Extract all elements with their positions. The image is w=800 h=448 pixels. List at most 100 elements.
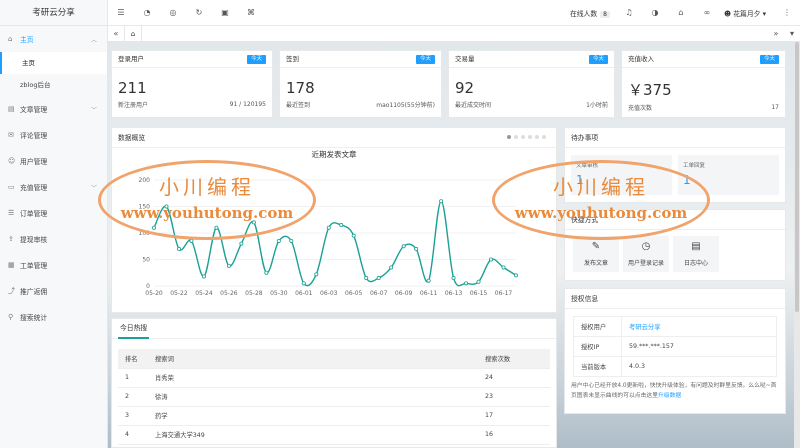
quick-login-records[interactable]: ◷ 用户登录记录 [623, 236, 669, 272]
sidebar-item-0[interactable]: ⌂ 主页 ︿ [0, 26, 107, 52]
term-cell[interactable]: 上海交通大学349 [148, 425, 478, 445]
auth-user-link[interactable]: 考研云分享 [621, 316, 777, 337]
auth-note: 用户中心已经开放4.0更新啦，快快升级体验，有问题及时群里反馈。么么哒~首页图表… [565, 377, 785, 405]
x-tick-label: 06-07 [370, 290, 388, 297]
data-point [314, 272, 319, 277]
speed-icon[interactable]: ◑ [642, 0, 668, 26]
data-point [364, 276, 369, 281]
data-point [501, 265, 506, 270]
hot-tabs: 今日热搜 [112, 319, 556, 339]
user-menu[interactable]: ☻ 花篇月夕 ▾ [724, 8, 766, 18]
home-icon: ⌂ [8, 35, 13, 43]
col-rank: 排名 [118, 349, 148, 369]
watermark-text: 小川编程 [553, 175, 649, 199]
layout-icon[interactable]: ▣ [212, 0, 238, 26]
user-name: 花篇月夕 [733, 9, 761, 18]
search-icon: ⚲ [8, 313, 14, 321]
home-tab-icon[interactable]: ⌂ [124, 25, 142, 42]
sidebar-item-2[interactable]: ✉ 评论管理 [0, 122, 107, 148]
data-point [451, 276, 456, 281]
x-tick-label: 05-26 [220, 290, 238, 297]
stat-title: 充值收入 [628, 55, 654, 63]
rank-cell: 4 [118, 425, 148, 445]
sidebar-item-1[interactable]: ▤ 文章管理 ﹀ [0, 96, 107, 122]
x-tick-label: 05-22 [170, 290, 188, 297]
count-cell: 24 [478, 368, 550, 388]
link-icon[interactable]: ∞ [694, 0, 720, 26]
bell-icon[interactable]: ♫ [616, 0, 642, 26]
data-point [276, 238, 281, 243]
stat-card: 交易量 今天 92 最近成交时间 1小时前 [448, 50, 615, 118]
data-point [414, 246, 419, 251]
x-tick-label: 06-05 [345, 290, 363, 297]
tab-today-hot[interactable]: 今日热搜 [118, 319, 150, 339]
menu-toggle-icon[interactable]: ☰ [108, 0, 134, 26]
sidebar-item-6[interactable]: ⇪ 提现审核 [0, 226, 107, 252]
stat-title: 交易量 [455, 55, 475, 63]
auth-key: 当前版本 [573, 356, 622, 377]
sidebar-item-label: 推广返佣 [20, 288, 48, 296]
online-label: 在线人数 [569, 9, 598, 18]
sidebar-item-8[interactable]: ⤴ 推广返佣 [0, 278, 107, 304]
more-icon[interactable]: ⋮ [774, 0, 800, 26]
order-icon: ☰ [8, 209, 15, 217]
sidebar-item-label: 文章管理 [20, 106, 48, 114]
x-tick-label: 05-30 [270, 290, 288, 297]
sidebar-subitem[interactable]: zblog后台 [0, 74, 107, 96]
x-tick-label: 06-15 [470, 290, 488, 297]
share-icon: ⤴ [8, 287, 15, 295]
ticket-icon: ▦ [8, 261, 15, 269]
puzzle-icon[interactable]: ⌘ [238, 0, 264, 26]
sidebar-item-label: 订单管理 [20, 210, 48, 218]
upgrade-link[interactable]: 升级数据 [658, 393, 681, 399]
dashboard-icon[interactable]: ◔ [134, 0, 160, 26]
rank-cell: 3 [118, 406, 148, 426]
sidebar-item-7[interactable]: ▦ 工单管理 [0, 252, 107, 278]
term-cell[interactable]: 药学 [148, 406, 478, 426]
chevron-icon: ︿ [90, 36, 97, 44]
stat-foot-label: 最近成交时间 [455, 102, 492, 109]
x-tick-label: 05-24 [195, 290, 213, 297]
watermark-url: www.youhutong.com [514, 204, 688, 222]
sidebar-item-3[interactable]: ☺ 用户管理 [0, 148, 107, 174]
watermark-right: 小川编程 www.youhutong.com [492, 160, 710, 240]
tab-bar: « ⌂ » ▾ [108, 25, 800, 42]
data-point [339, 223, 344, 228]
stat-title: 签到 [286, 55, 299, 63]
history-icon: ◷ [641, 241, 651, 252]
refresh-icon[interactable]: ↻ [186, 0, 212, 26]
tabs-menu-icon[interactable]: ▾ [784, 29, 800, 38]
stat-card: 登录用户 今天 211 新注册用户 91 / 120195 [111, 50, 273, 118]
sidebar-item-4[interactable]: ▭ 充值管理 ﹀ [0, 174, 107, 200]
data-point [476, 279, 481, 284]
rank-cell: 1 [118, 368, 148, 388]
stat-card: 签到 今天 178 最近签到 mao1105(55分钟前) [279, 50, 442, 118]
quick-publish-article[interactable]: ✎ 发布文章 [573, 236, 619, 272]
term-cell[interactable]: 徐涛 [148, 387, 478, 407]
count-cell: 17 [478, 406, 550, 426]
tabs-right-icon[interactable]: » [768, 29, 784, 38]
nav-list: ⌂ 主页 ︿ 主页 zblog后台 ▤ 文章管理 ﹀ ✉ 评论管理 ☺ 用户管理 ▭ 充值管理 ﹀ ☰ 订单管理… [0, 26, 107, 330]
sidebar-item-5[interactable]: ☰ 订单管理 [0, 200, 107, 226]
sidebar-item-9[interactable]: ⚲ 搜索统计 [0, 304, 107, 330]
tag-icon[interactable]: ⌂ [668, 0, 694, 26]
tabs-left-icon[interactable]: « [108, 29, 124, 38]
x-tick-label: 06-13 [445, 290, 463, 297]
data-point [301, 281, 306, 286]
carousel-dots[interactable] [507, 135, 546, 139]
top-bar: ☰ ◔ ◎ ↻ ▣ ⌘ 在线人数 8 ♫ ◑ ⌂ ∞ ☻ 花篇月夕 ▾ ⋮ [108, 0, 800, 26]
globe-icon[interactable]: ◎ [160, 0, 186, 26]
scrollbar[interactable] [794, 42, 800, 448]
stat-foot-value: mao1105(55分钟前) [376, 102, 435, 109]
data-point [201, 274, 206, 279]
sidebar-item-label: 主页 [20, 36, 34, 44]
stat-value: 211 [118, 79, 147, 97]
quick-log-center[interactable]: ▤ 日志中心 [673, 236, 719, 272]
sidebar: 考研云分享 ⌂ 主页 ︿ 主页 zblog后台 ▤ 文章管理 ﹀ ✉ 评论管理 ☺ 用户管理 ▭ 充值管理… [0, 0, 108, 448]
stat-foot-label: 充值次数 [628, 105, 653, 112]
chevron-icon: ﹀ [90, 106, 97, 114]
stat-value: 92 [455, 79, 475, 97]
term-cell[interactable]: 肖秀荣 [148, 368, 478, 388]
x-tick-label: 05-28 [245, 290, 263, 297]
sidebar-subitem[interactable]: 主页 [0, 52, 107, 74]
